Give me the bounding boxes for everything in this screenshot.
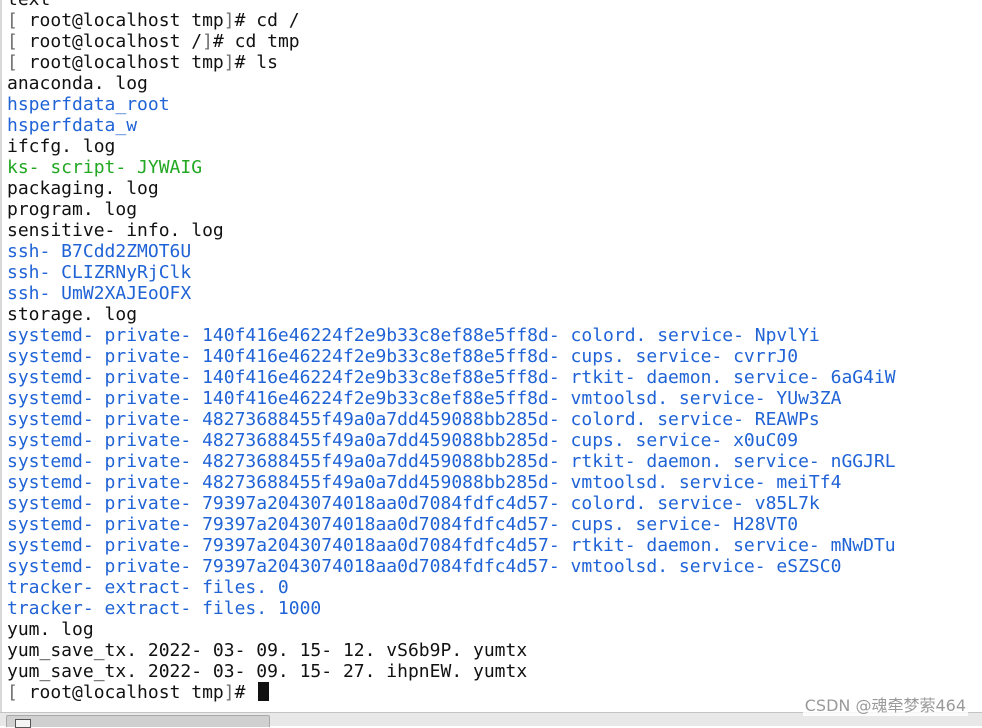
prompt-command: cd / [256, 10, 300, 31]
watermark: CSDN @魂牵梦萦464 [802, 692, 968, 716]
file-entry: yum_save_tx. 2022- 03- 09. 15- 12. vS6b9… [7, 640, 896, 661]
directory-entry: systemd- private- 79397a2043074018aa0d70… [7, 514, 896, 535]
prompt-bracket: ] [202, 31, 213, 52]
prompt-bracket: [ [7, 31, 29, 52]
entry-name: systemd- private- 140f416e46224f2e9b33c8… [7, 325, 820, 346]
directory-entry: systemd- private- 140f416e46224f2e9b33c8… [7, 367, 896, 388]
directory-entry: systemd- private- 79397a2043074018aa0d70… [7, 493, 896, 514]
prompt-cwd: / [191, 31, 203, 52]
file-entry: anaconda. log [7, 73, 896, 94]
file-entry: yum. log [7, 619, 896, 640]
directory-entry: systemd- private- 140f416e46224f2e9b33c8… [7, 325, 896, 346]
file-entry: yum_save_tx. 2022- 03- 09. 15- 27. ihpnE… [7, 661, 896, 682]
entry-name: systemd- private- 79397a2043074018aa0d70… [7, 556, 842, 577]
entry-name: anaconda. log [7, 73, 148, 94]
prompt-line: [ root@localhost tmp]# ls [7, 52, 278, 73]
directory-entry: hsperfdata_w [7, 115, 896, 136]
entry-name: yum_save_tx. 2022- 03- 09. 15- 27. ihpnE… [7, 661, 528, 682]
directory-entry: systemd- private- 79397a2043074018aa0d70… [7, 535, 896, 556]
file-entry: ifcfg. log [7, 136, 896, 157]
entry-name: sensitive- info. log [7, 220, 224, 241]
entry-name: ssh- UmW2XAJEoOFX [7, 283, 192, 304]
entry-name: systemd- private- 48273688455f49a0a7dd45… [7, 451, 896, 472]
directory-entry: systemd- private- 48273688455f49a0a7dd45… [7, 430, 896, 451]
entry-name: yum. log [7, 619, 94, 640]
entry-name: ssh- CLIZRNyRjClk [7, 262, 192, 283]
entry-name: hsperfdata_w [7, 115, 138, 136]
prompt-user-host: root@localhost [28, 10, 181, 31]
scrollbar-thumb[interactable] [6, 715, 270, 728]
directory-entry: tracker- extract- files. 1000 [7, 598, 896, 619]
entry-name: text [7, 0, 50, 10]
block-cursor-icon [258, 682, 270, 701]
entry-name: yum_save_tx. 2022- 03- 09. 15- 12. vS6b9… [7, 640, 528, 661]
entry-name: program. log [7, 199, 138, 220]
directory-entry: ssh- B7Cdd2ZMOT6U [7, 241, 896, 262]
entry-name: systemd- private- 48273688455f49a0a7dd45… [7, 472, 842, 493]
prompt-cwd: tmp [191, 682, 224, 703]
directory-entry: tracker- extract- files. 0 [7, 577, 896, 598]
prompt-bracket: [ [7, 52, 29, 73]
entry-name: tracker- extract- files. 0 [7, 577, 289, 598]
entry-name: systemd- private- 140f416e46224f2e9b33c8… [7, 346, 799, 367]
entry-name: hsperfdata_root [7, 94, 170, 115]
entry-name: ks- script- JYWAIG [7, 157, 203, 178]
prompt-cwd: tmp [191, 10, 224, 31]
prompt-bracket: ] [223, 682, 235, 703]
entry-name: storage. log [7, 304, 138, 325]
file-entry: sensitive- info. log [7, 220, 896, 241]
terminal-output: text[ root@localhost tmp]# cd /[ root@lo… [7, 0, 896, 703]
output-line: text [7, 0, 896, 10]
directory-entry: hsperfdata_root [7, 94, 896, 115]
entry-name: ifcfg. log [7, 136, 116, 157]
directory-entry: ssh- UmW2XAJEoOFX [7, 283, 896, 304]
prompt-command: cd tmp [234, 31, 300, 52]
prompt-user-host: root@localhost [28, 31, 181, 52]
terminal-window[interactable]: text[ root@localhost tmp]# cd /[ root@lo… [0, 0, 982, 712]
directory-entry: systemd- private- 79397a2043074018aa0d70… [7, 556, 896, 577]
prompt-bracket: ] [223, 10, 235, 31]
entry-name: systemd- private- 140f416e46224f2e9b33c8… [7, 388, 842, 409]
prompt-user-host: root@localhost [28, 682, 181, 703]
directory-entry: systemd- private- 140f416e46224f2e9b33c8… [7, 346, 896, 367]
prompt-command: ls [256, 52, 278, 73]
entry-name: systemd- private- 79397a2043074018aa0d70… [7, 535, 896, 556]
prompt-bracket: ] [223, 52, 235, 73]
prompt-bracket: [ [7, 10, 29, 31]
prompt-line: [ root@localhost tmp]# [7, 682, 896, 703]
directory-entry: systemd- private- 140f416e46224f2e9b33c8… [7, 388, 896, 409]
directory-entry: systemd- private- 48273688455f49a0a7dd45… [7, 472, 896, 493]
scrollbar-grip-icon [15, 719, 31, 728]
file-entry: storage. log [7, 304, 896, 325]
file-entry: program. log [7, 199, 896, 220]
directory-entry: ssh- CLIZRNyRjClk [7, 262, 896, 283]
directory-entry: systemd- private- 48273688455f49a0a7dd45… [7, 451, 896, 472]
entry-name: systemd- private- 48273688455f49a0a7dd45… [7, 409, 820, 430]
entry-name: tracker- extract- files. 1000 [7, 598, 322, 619]
prompt-line: [ root@localhost tmp]# cd / [7, 10, 300, 31]
entry-name: packaging. log [7, 178, 159, 199]
file-entry: packaging. log [7, 178, 896, 199]
entry-name: systemd- private- 140f416e46224f2e9b33c8… [7, 367, 896, 388]
entry-name: systemd- private- 79397a2043074018aa0d70… [7, 493, 820, 514]
prompt-user-host: root@localhost [28, 52, 181, 73]
entry-name: systemd- private- 48273688455f49a0a7dd45… [7, 430, 799, 451]
prompt-bracket: [ [7, 682, 29, 703]
entry-name: systemd- private- 79397a2043074018aa0d70… [7, 514, 799, 535]
executable-entry: ks- script- JYWAIG [7, 157, 896, 178]
prompt-line: [ root@localhost /]# cd tmp [7, 31, 300, 52]
entry-name: ssh- B7Cdd2ZMOT6U [7, 241, 192, 262]
prompt-cwd: tmp [191, 52, 224, 73]
directory-entry: systemd- private- 48273688455f49a0a7dd45… [7, 409, 896, 430]
